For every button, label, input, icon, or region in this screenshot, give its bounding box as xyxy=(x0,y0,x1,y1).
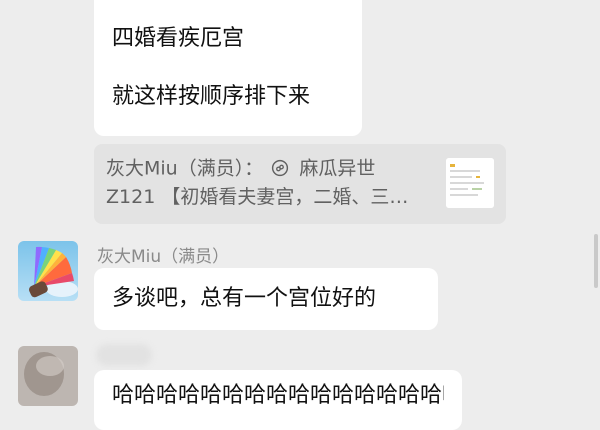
quote-line-1: 灰大Miu（满员）： 麻瓜异世 xyxy=(106,154,432,183)
quote-line-2: Z121 【初婚看夫妻宫，二婚、三… xyxy=(106,185,409,208)
quoted-message-card[interactable]: 灰大Miu（满员）： 麻瓜异世 Z121 【初婚看夫妻宫，二婚、三… xyxy=(94,144,506,224)
scrollbar[interactable] xyxy=(594,234,598,288)
message-text: 哈哈哈哈哈哈哈哈哈哈哈哈哈哈哈哈 xyxy=(112,383,444,408)
quote-thumbnail xyxy=(446,158,494,208)
message-bubble[interactable]: 多谈吧，总有一个宫位好的 xyxy=(94,268,438,330)
quote-miniapp-name: 麻瓜异世 xyxy=(299,157,376,180)
avatar[interactable] xyxy=(18,241,78,301)
message-bubble[interactable]: 哈哈哈哈哈哈哈哈哈哈哈哈哈哈哈哈 xyxy=(94,370,462,430)
link-icon xyxy=(272,159,289,176)
quote-sender: 灰大Miu（满员）： xyxy=(106,157,264,180)
sender-name: 灰大Miu（满员） xyxy=(97,247,230,267)
message-text: 多谈吧，总有一个宫位好的 xyxy=(112,286,377,311)
message-bubble-top[interactable]: 四婚看疾厄宫 就这样按顺序排下来 xyxy=(94,0,362,136)
avatar-blurred[interactable] xyxy=(18,346,78,406)
sender-name-blurred xyxy=(96,344,152,366)
message-line: 四婚看疾厄宫 xyxy=(112,26,245,51)
chat-area: 四婚看疾厄宫 就这样按顺序排下来 灰大Miu（满员）： 麻瓜异世 Z121 【初… xyxy=(0,0,600,430)
message-line: 就这样按顺序排下来 xyxy=(112,84,311,109)
